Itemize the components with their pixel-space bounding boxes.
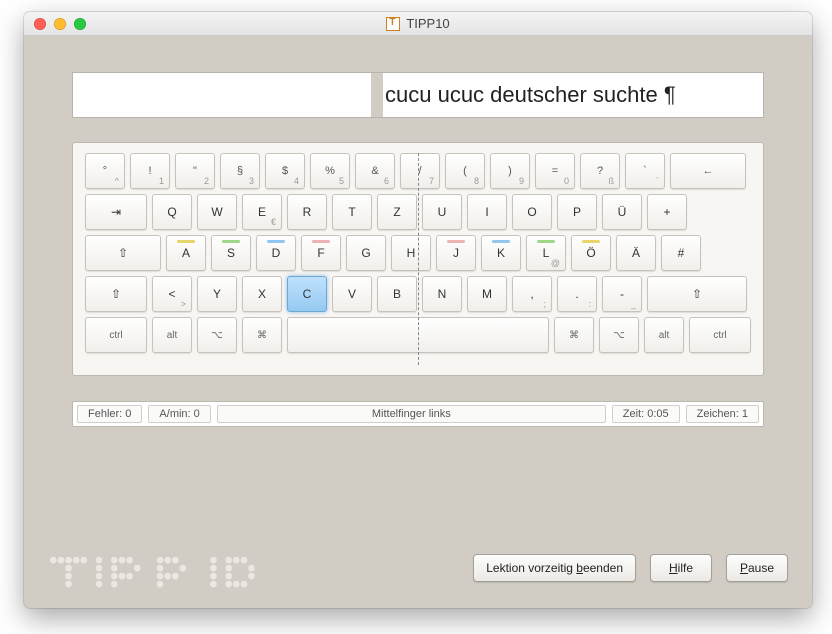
key-X[interactable]: X	[242, 276, 282, 312]
key-Ü[interactable]: Ü	[602, 194, 642, 230]
key-Ä[interactable]: Ä	[616, 235, 656, 271]
app-icon	[386, 17, 400, 31]
key-⌥[interactable]: ⌥	[197, 317, 237, 353]
key-S[interactable]: S	[211, 235, 251, 271]
key-U[interactable]: U	[422, 194, 462, 230]
keyboard-panel: °^!1"2§3$4%5&6/7(8)9=0?ß`´← ⇥QWE€RTZUIOP…	[72, 142, 764, 376]
key-K[interactable]: K	[481, 235, 521, 271]
key-![interactable]: !1	[130, 153, 170, 189]
key-A[interactable]: A	[166, 235, 206, 271]
key-=[interactable]: =0	[535, 153, 575, 189]
key-`[interactable]: `´	[625, 153, 665, 189]
key-,[interactable]: ,;	[512, 276, 552, 312]
key-ctrl[interactable]: ctrl	[689, 317, 751, 353]
key-alt[interactable]: alt	[644, 317, 684, 353]
key-)[interactable]: )9	[490, 153, 530, 189]
key-<[interactable]: <>	[152, 276, 192, 312]
key-$[interactable]: $4	[265, 153, 305, 189]
key--[interactable]: -_	[602, 276, 642, 312]
key-?[interactable]: ?ß	[580, 153, 620, 189]
window-title: TIPP10	[406, 16, 449, 31]
key-Ö[interactable]: Ö	[571, 235, 611, 271]
key-B[interactable]: B	[377, 276, 417, 312]
key-←[interactable]: ←	[670, 153, 746, 189]
close-icon[interactable]	[34, 18, 46, 30]
key-Y[interactable]: Y	[197, 276, 237, 312]
typing-text-panel: cucu ucuc deutscher suchte ¶	[72, 72, 764, 118]
key-([interactable]: (8	[445, 153, 485, 189]
key-V[interactable]: V	[332, 276, 372, 312]
key-⇧[interactable]: ⇧	[647, 276, 747, 312]
end-lesson-button[interactable]: Lektion vorzeitig beenden	[473, 554, 636, 582]
status-bar: Fehler: 0 A/min: 0 Mittelfinger links Ze…	[72, 401, 764, 427]
status-time: Zeit: 0:05	[612, 405, 680, 423]
key-%[interactable]: %5	[310, 153, 350, 189]
key-W[interactable]: W	[197, 194, 237, 230]
key-⌘[interactable]: ⌘	[242, 317, 282, 353]
key-/[interactable]: /7	[400, 153, 440, 189]
key-⌘[interactable]: ⌘	[554, 317, 594, 353]
key-+[interactable]: +	[647, 194, 687, 230]
key-⌥[interactable]: ⌥	[599, 317, 639, 353]
key-.[interactable]: .:	[557, 276, 597, 312]
typing-cursor	[371, 73, 383, 117]
key-G[interactable]: G	[346, 235, 386, 271]
key-blank[interactable]	[287, 317, 549, 353]
key-alt[interactable]: alt	[152, 317, 192, 353]
status-errors: Fehler: 0	[77, 405, 142, 423]
help-button[interactable]: Hilfe	[650, 554, 712, 582]
key-"[interactable]: "2	[175, 153, 215, 189]
maximize-icon[interactable]	[74, 18, 86, 30]
key-§[interactable]: §3	[220, 153, 260, 189]
key-⇧[interactable]: ⇧	[85, 235, 161, 271]
key-P[interactable]: P	[557, 194, 597, 230]
key-O[interactable]: O	[512, 194, 552, 230]
typing-text: cucu ucuc deutscher suchte ¶	[385, 82, 676, 108]
pause-label: Pause	[740, 561, 774, 575]
key-&[interactable]: &6	[355, 153, 395, 189]
key-R[interactable]: R	[287, 194, 327, 230]
key-J[interactable]: J	[436, 235, 476, 271]
key-C[interactable]: C	[287, 276, 327, 312]
key-T[interactable]: T	[332, 194, 372, 230]
key-E[interactable]: E€	[242, 194, 282, 230]
minimize-icon[interactable]	[54, 18, 66, 30]
app-window: TIPP10 cucu ucuc deutscher suchte ¶ °^!1…	[24, 12, 812, 608]
key-ctrl[interactable]: ctrl	[85, 317, 147, 353]
status-speed: A/min: 0	[148, 405, 210, 423]
key-Z[interactable]: Z	[377, 194, 417, 230]
key-N[interactable]: N	[422, 276, 462, 312]
key-M[interactable]: M	[467, 276, 507, 312]
key-H[interactable]: H	[391, 235, 431, 271]
status-hint: Mittelfinger links	[217, 405, 606, 423]
status-chars: Zeichen: 1	[686, 405, 759, 423]
key-I[interactable]: I	[467, 194, 507, 230]
app-logo: ●●●●● ● ●●● ●●● ● ●●● ● ● ● ● ● ● ● ● ● …	[50, 556, 256, 588]
key-L[interactable]: L@	[526, 235, 566, 271]
pause-button[interactable]: Pause	[726, 554, 788, 582]
key-D[interactable]: D	[256, 235, 296, 271]
key-⇧[interactable]: ⇧	[85, 276, 147, 312]
key-#[interactable]: #	[661, 235, 701, 271]
key-F[interactable]: F	[301, 235, 341, 271]
titlebar: TIPP10	[24, 12, 812, 36]
end-lesson-label: Lektion vorzeitig beenden	[486, 561, 623, 575]
help-label: Hilfe	[669, 561, 693, 575]
key-Q[interactable]: Q	[152, 194, 192, 230]
key-⇥[interactable]: ⇥	[85, 194, 147, 230]
key-°[interactable]: °^	[85, 153, 125, 189]
